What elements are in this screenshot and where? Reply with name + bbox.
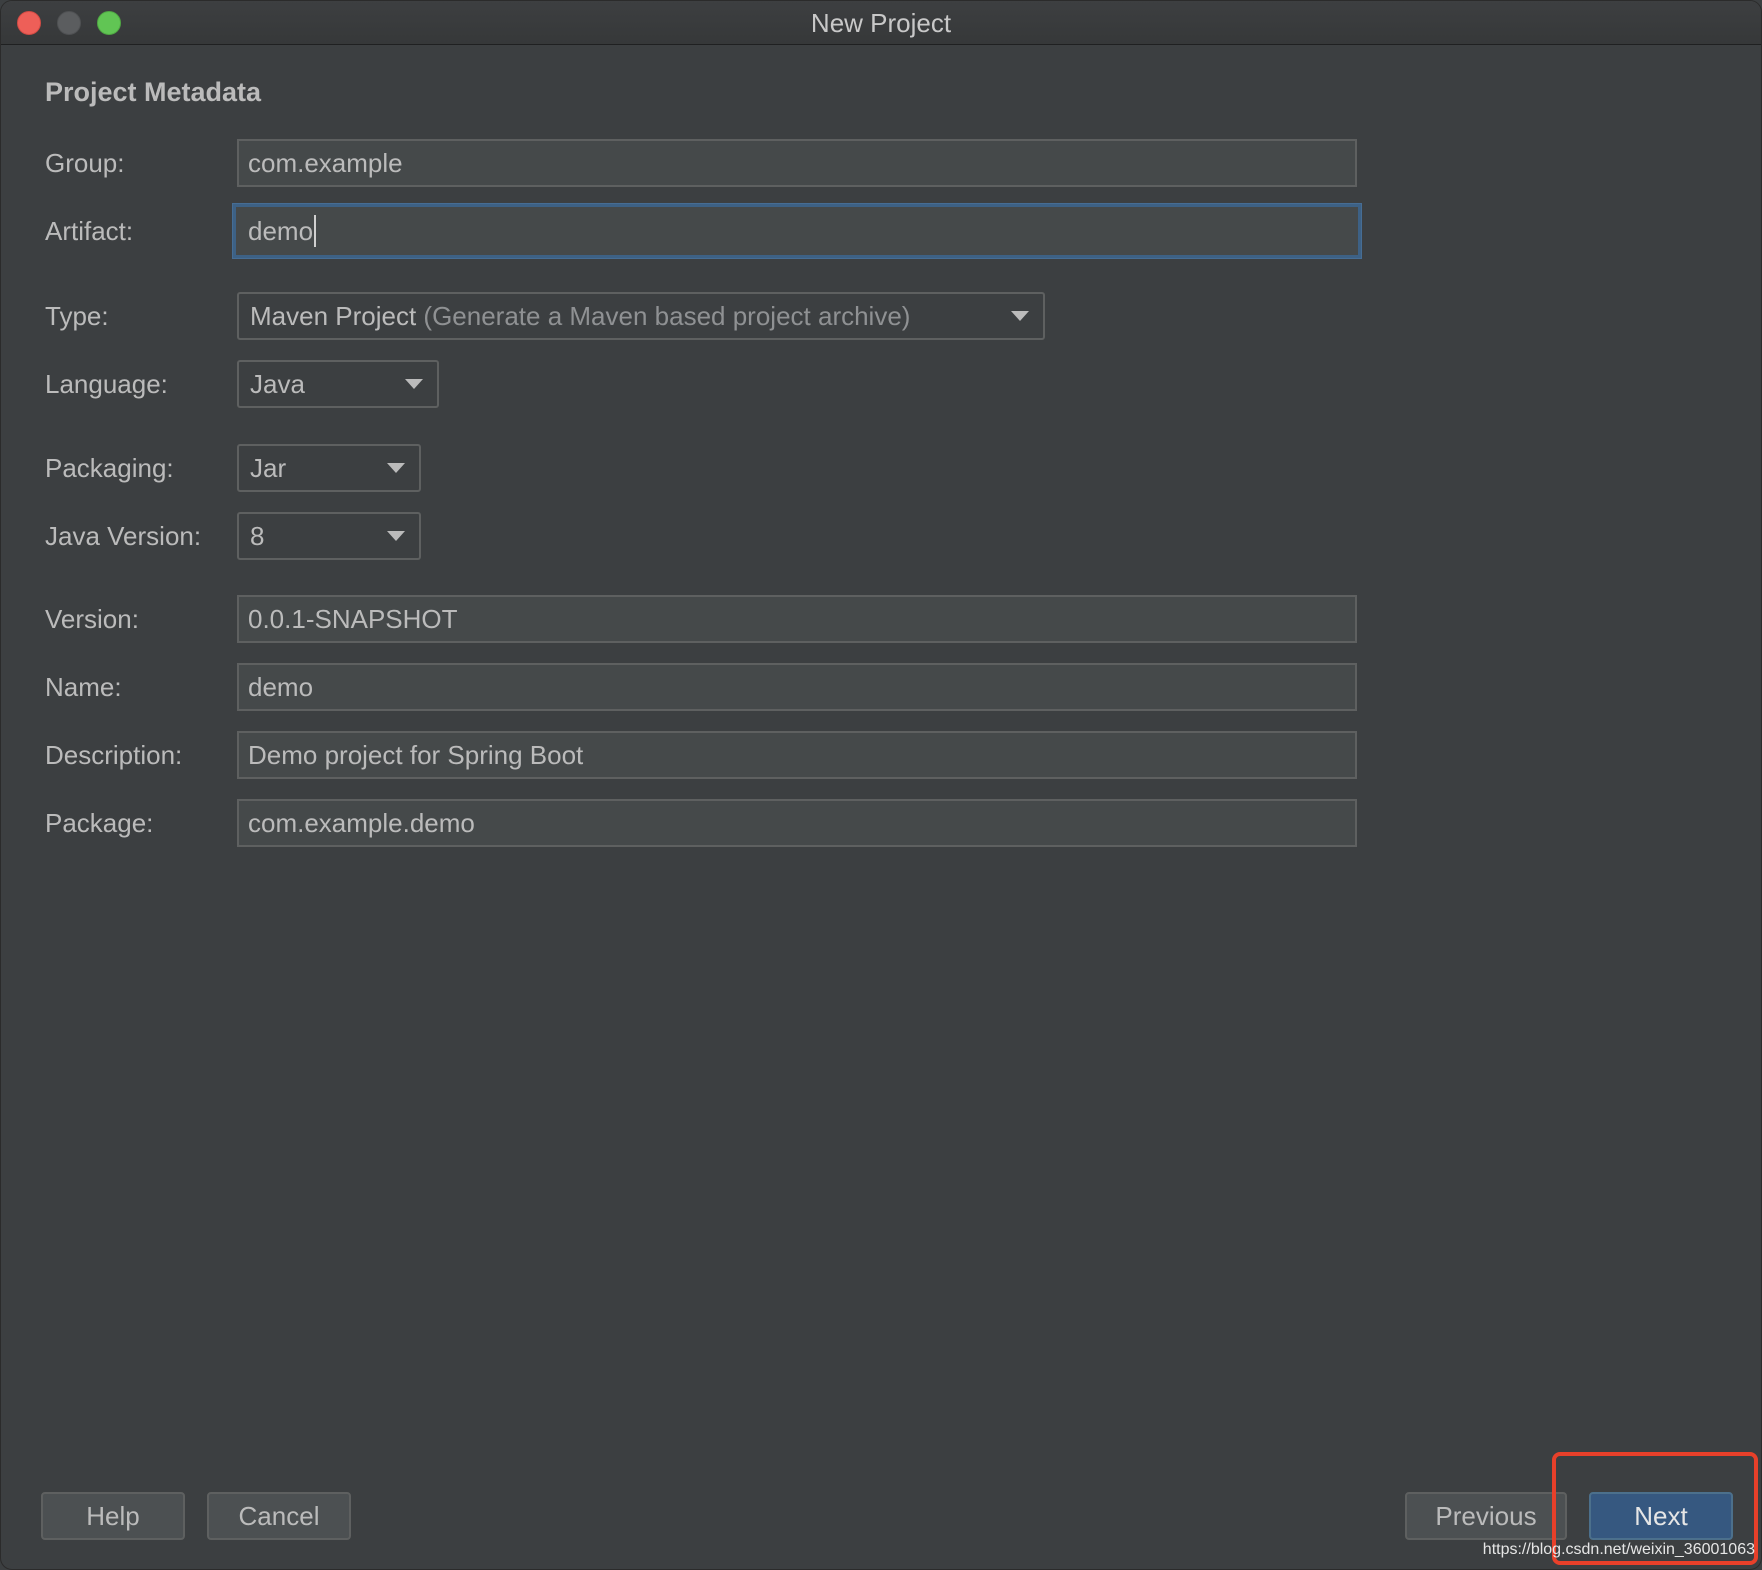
package-label: Package: xyxy=(45,808,154,838)
packaging-dropdown[interactable]: Jar xyxy=(237,444,421,492)
section-title: Project Metadata xyxy=(45,77,262,107)
text-caret xyxy=(314,215,317,248)
chevron-down-icon xyxy=(387,463,405,473)
group-value: com.example xyxy=(248,148,403,178)
language-value: Java xyxy=(250,369,305,399)
version-label: Version: xyxy=(45,604,139,634)
name-value: demo xyxy=(248,672,314,702)
language-label: Language: xyxy=(45,369,168,399)
chevron-down-icon xyxy=(387,531,405,541)
window-title: New Project xyxy=(810,8,952,38)
artifact-label: Artifact: xyxy=(45,216,134,246)
packaging-value: Jar xyxy=(250,453,287,483)
version-value: 0.0.1-SNAPSHOT xyxy=(248,604,458,634)
artifact-value: demo xyxy=(248,216,314,246)
watermark-text: https://blog.csdn.net/weixin_36001063 xyxy=(1482,1541,1755,1558)
description-label: Description: xyxy=(45,740,183,770)
description-input[interactable]: Demo project for Spring Boot xyxy=(237,731,1357,779)
version-input[interactable]: 0.0.1-SNAPSHOT xyxy=(237,595,1357,643)
type-dropdown[interactable]: Maven Project (Generate a Maven based pr… xyxy=(237,292,1045,340)
type-label: Type: xyxy=(45,301,109,331)
java-version-label: Java Version: xyxy=(45,521,202,551)
type-hint: (Generate a Maven based project archive) xyxy=(423,301,911,331)
title-bar: New Project xyxy=(1,1,1761,45)
name-label: Name: xyxy=(45,672,122,702)
group-label: Group: xyxy=(45,148,125,178)
description-value: Demo project for Spring Boot xyxy=(248,740,584,770)
java-version-value: 8 xyxy=(250,521,265,551)
help-button[interactable]: Help xyxy=(41,1492,185,1540)
artifact-input[interactable]: demo xyxy=(233,204,1361,258)
type-value: Maven Project xyxy=(250,301,417,331)
group-input[interactable]: com.example xyxy=(237,139,1357,187)
java-version-dropdown[interactable]: 8 xyxy=(237,512,421,560)
previous-button[interactable]: Previous xyxy=(1405,1492,1567,1540)
package-input[interactable]: com.example.demo xyxy=(237,799,1357,847)
language-dropdown[interactable]: Java xyxy=(237,360,439,408)
next-button[interactable]: Next xyxy=(1589,1492,1733,1540)
cancel-button[interactable]: Cancel xyxy=(207,1492,351,1540)
chevron-down-icon xyxy=(405,379,423,389)
new-project-window: New Project Project Metadata Group: com.… xyxy=(0,0,1762,1570)
chevron-down-icon xyxy=(1011,311,1029,321)
name-input[interactable]: demo xyxy=(237,663,1357,711)
package-value: com.example.demo xyxy=(248,808,475,838)
packaging-label: Packaging: xyxy=(45,453,174,483)
